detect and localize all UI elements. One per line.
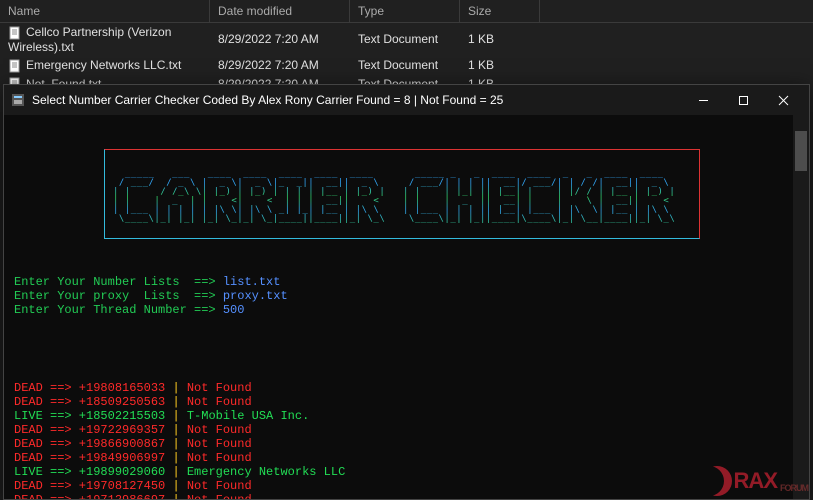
prompt-line: Enter Your Thread Number ==> 500 xyxy=(14,303,799,317)
titlebar[interactable]: Select Number Carrier Checker Coded By A… xyxy=(4,85,809,115)
ascii-banner-text: _____ ___ ____ ____ ____ ____ ____ _____… xyxy=(105,164,699,230)
minimize-button[interactable] xyxy=(683,86,723,114)
file-size: 1 KB xyxy=(460,31,540,47)
crescent-icon xyxy=(702,466,732,496)
prompt-line: Enter Your Number Lists ==> list.txt xyxy=(14,275,799,289)
file-row[interactable]: Cellco Partnership (Verizon Wireless).tx… xyxy=(0,23,813,56)
prompt-line: Enter Your proxy Lists ==> proxy.txt xyxy=(14,289,799,303)
column-header-type[interactable]: Type xyxy=(350,0,460,22)
maximize-button[interactable] xyxy=(723,86,763,114)
column-header-date[interactable]: Date modified xyxy=(210,0,350,22)
console-body[interactable]: _____ ___ ____ ____ ____ ____ ____ _____… xyxy=(4,115,809,499)
app-icon xyxy=(10,92,26,108)
console-window: Select Number Carrier Checker Coded By A… xyxy=(3,84,810,500)
text-file-icon xyxy=(8,26,22,40)
window-title: Select Number Carrier Checker Coded By A… xyxy=(32,93,683,107)
close-button[interactable] xyxy=(763,86,803,114)
result-line: DEAD ==> +18509250563 | Not Found xyxy=(14,395,799,409)
result-line: DEAD ==> +19712986697 | Not Found xyxy=(14,493,799,499)
result-line: DEAD ==> +19808165033 | Not Found xyxy=(14,381,799,395)
file-date: 8/29/2022 7:20 AM xyxy=(210,57,350,73)
text-file-icon xyxy=(8,59,22,73)
file-header-row: Name Date modified Type Size xyxy=(0,0,813,23)
file-type: Text Document xyxy=(350,31,460,47)
result-line: DEAD ==> +19866900867 | Not Found xyxy=(14,437,799,451)
column-header-name[interactable]: Name xyxy=(0,0,210,22)
file-date: 8/29/2022 7:20 AM xyxy=(210,31,350,47)
result-line: LIVE ==> +18502215503 | T-Mobile USA Inc… xyxy=(14,409,799,423)
result-line: DEAD ==> +19849906997 | Not Found xyxy=(14,451,799,465)
file-size: 1 KB xyxy=(460,57,540,73)
scrollbar[interactable] xyxy=(793,115,809,499)
file-row[interactable]: Emergency Networks LLC.txt 8/29/2022 7:20… xyxy=(0,56,813,75)
ascii-banner: _____ ___ ____ ____ ____ ____ ____ _____… xyxy=(104,149,700,239)
scrollbar-thumb[interactable] xyxy=(795,131,807,171)
result-line: DEAD ==> +19708127450 | Not Found xyxy=(14,479,799,493)
watermark-text: RAX xyxy=(734,468,777,494)
file-name: Emergency Networks LLC.txt xyxy=(26,58,181,72)
file-name: Cellco Partnership (Verizon Wireless).tx… xyxy=(8,25,171,54)
file-type: Text Document xyxy=(350,57,460,73)
watermark: RAX FORUM xyxy=(702,466,808,496)
watermark-sub: FORUM xyxy=(780,483,808,493)
result-line: LIVE ==> +19899029060 | Emergency Networ… xyxy=(14,465,799,479)
result-line: DEAD ==> +19722969357 | Not Found xyxy=(14,423,799,437)
column-header-size[interactable]: Size xyxy=(460,0,540,22)
